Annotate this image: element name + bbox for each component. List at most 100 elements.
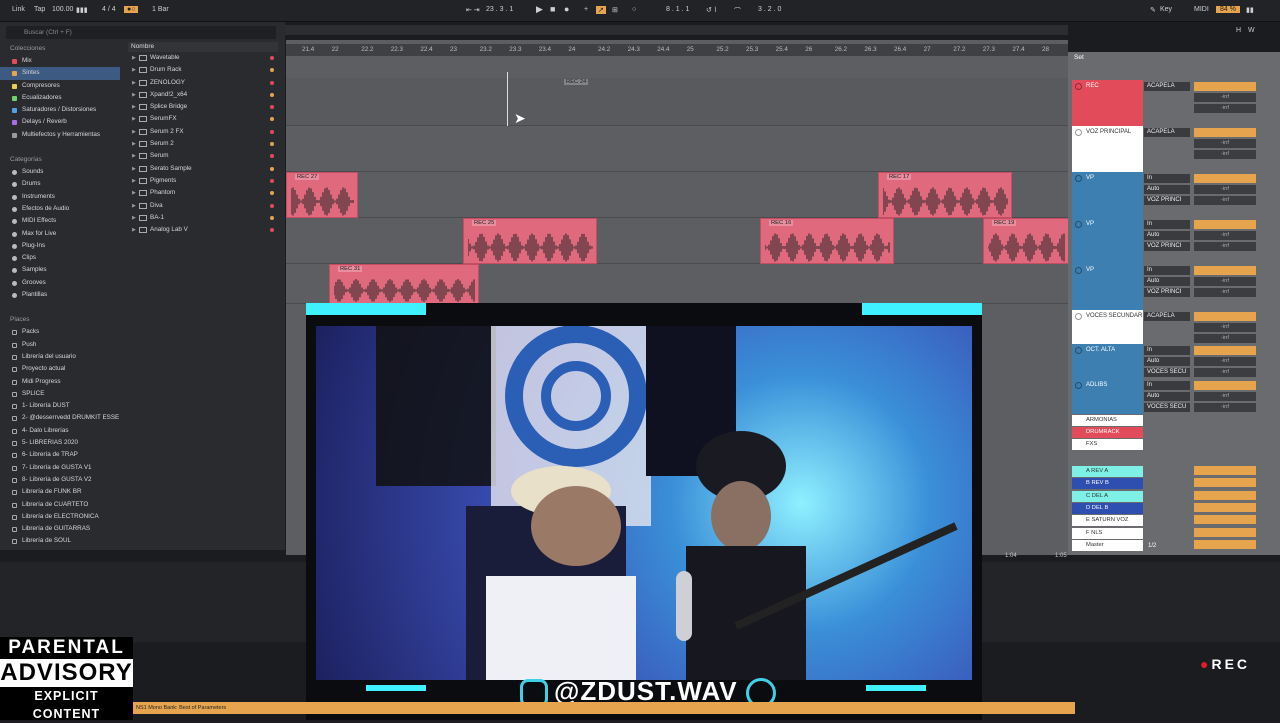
collection-item[interactable]: Sintes xyxy=(0,67,120,80)
category-item[interactable]: Clips xyxy=(0,252,120,264)
file-item[interactable]: ▶ Xpand!2_x64 xyxy=(128,89,278,101)
beat-ruler[interactable]: 21.4 22 22.2 22.3 22.4 23 23.2 23.3 23.4 24 24.2 24… xyxy=(286,44,1068,56)
volume-field[interactable] xyxy=(1194,312,1256,321)
session-record-icon[interactable]: ○ xyxy=(632,6,636,13)
category-item[interactable]: Samples xyxy=(0,264,120,276)
track-lane-voz-principal[interactable] xyxy=(286,126,1068,172)
expand-arrow-icon[interactable]: ▶ xyxy=(132,113,136,125)
category-item[interactable]: Drums xyxy=(0,178,120,190)
collection-item[interactable]: Ecualizadores xyxy=(0,92,120,104)
io-chooser[interactable]: In xyxy=(1144,346,1190,355)
track-lane-rec[interactable] xyxy=(286,78,1068,126)
file-item[interactable]: ▶ Phantom xyxy=(128,187,278,199)
io-chooser[interactable]: VOCES SECU xyxy=(1144,368,1190,377)
expand-arrow-icon[interactable]: ▶ xyxy=(132,187,136,199)
overview-strip[interactable] xyxy=(284,25,1068,35)
tempo-field[interactable]: 100.00 xyxy=(52,6,73,13)
category-item[interactable]: Efectos de Audio xyxy=(0,203,120,215)
volume-field[interactable]: -inf xyxy=(1194,150,1256,159)
group-track-header[interactable]: DRUMRACK xyxy=(1072,427,1143,438)
audio-clip[interactable]: REC 27 xyxy=(286,172,358,218)
volume-field[interactable]: -inf xyxy=(1194,403,1256,412)
return-track-header[interactable]: C DEL A xyxy=(1072,490,1143,502)
punch-icon[interactable]: ⌒ xyxy=(734,6,741,16)
track-fold-icon[interactable] xyxy=(1075,83,1082,90)
return-track-header[interactable]: E SATURN VOZ xyxy=(1072,515,1143,527)
category-item[interactable]: Plug-Ins xyxy=(0,240,120,252)
send-letter[interactable] xyxy=(1194,478,1256,488)
volume-field[interactable]: -inf xyxy=(1194,334,1256,343)
volume-field[interactable]: -inf xyxy=(1194,93,1256,102)
collection-item[interactable]: Saturadores / Distorsiones xyxy=(0,104,120,116)
mixer-track-header[interactable]: VP xyxy=(1072,172,1143,218)
volume-field[interactable] xyxy=(1194,174,1256,183)
audio-clip[interactable]: REC 25 xyxy=(463,218,597,264)
song-position[interactable]: 23 . 3 . 1 xyxy=(486,6,513,13)
place-item[interactable]: Midi Progress xyxy=(0,376,120,388)
expand-arrow-icon[interactable]: ▶ xyxy=(132,126,136,138)
volume-field[interactable]: -inf xyxy=(1194,104,1256,113)
return-track-header[interactable]: F NLS xyxy=(1072,527,1143,539)
key-map-button[interactable]: Key xyxy=(1160,6,1172,13)
io-chooser[interactable]: In xyxy=(1144,266,1190,275)
volume-field[interactable]: -inf xyxy=(1194,242,1256,251)
return-track-header[interactable]: B REV B xyxy=(1072,478,1143,490)
volume-field[interactable]: -inf xyxy=(1194,323,1256,332)
send-letter[interactable] xyxy=(1194,515,1256,525)
category-item[interactable]: Grooves xyxy=(0,277,120,289)
io-chooser[interactable]: In xyxy=(1144,174,1190,183)
place-item[interactable]: 1- Librería DUST xyxy=(0,400,120,412)
auto-monitor[interactable]: Auto xyxy=(1144,277,1190,286)
audio-clip[interactable]: REC 16 xyxy=(760,218,894,264)
io-chooser[interactable]: ACAPELA xyxy=(1144,312,1190,321)
send-letter[interactable] xyxy=(1194,490,1256,500)
automation-arm-icon[interactable]: ↗ xyxy=(596,6,606,14)
mixer-track-header[interactable]: OCT. ALTA xyxy=(1072,344,1143,379)
auto-monitor[interactable]: Auto xyxy=(1144,231,1190,240)
quantize-select[interactable]: 1 Bar xyxy=(152,6,169,13)
place-item[interactable]: Librería de CUARTETO xyxy=(0,499,120,511)
io-chooser[interactable]: In xyxy=(1144,220,1190,229)
overdub-icon[interactable]: + xyxy=(584,6,588,13)
metronome-icon[interactable]: ▮▮▮ xyxy=(76,6,88,14)
name-column-header[interactable]: Nombre xyxy=(128,42,278,52)
return-track-header[interactable]: A REV A xyxy=(1072,466,1143,477)
time-signature[interactable]: 4 / 4 xyxy=(102,6,116,13)
category-item[interactable]: Sounds xyxy=(0,166,120,178)
volume-field[interactable] xyxy=(1194,381,1256,390)
category-item[interactable]: Plantillas xyxy=(0,289,120,301)
track-fold-icon[interactable] xyxy=(1075,267,1082,274)
file-item[interactable]: ▶ Diva xyxy=(128,200,278,212)
place-item[interactable]: 7- Librería de GUSTA V1 xyxy=(0,462,120,474)
send-letter[interactable] xyxy=(1194,466,1256,475)
volume-field[interactable]: -inf xyxy=(1194,185,1256,194)
auto-monitor[interactable]: Auto xyxy=(1144,185,1190,194)
expand-arrow-icon[interactable]: ▶ xyxy=(132,163,136,175)
place-item[interactable]: Librería de ELECTRONICA xyxy=(0,511,120,523)
place-item[interactable]: 2- @desserrvedd DRUMKIT ESSE xyxy=(0,412,120,424)
expand-arrow-icon[interactable]: ▶ xyxy=(132,89,136,101)
io-chooser[interactable]: VOZ PRINCI xyxy=(1144,242,1190,251)
file-item[interactable]: ▶ Serum 2 FX xyxy=(128,126,278,138)
place-item[interactable]: Librería del usuario xyxy=(0,351,120,363)
midi-map-button[interactable]: MIDI xyxy=(1194,6,1209,13)
mixer-track-header[interactable]: VOZ PRINCIPAL xyxy=(1072,126,1143,172)
expand-arrow-icon[interactable]: ▶ xyxy=(132,64,136,76)
group-track-header[interactable]: FXS xyxy=(1072,439,1143,450)
expand-arrow-icon[interactable]: ▶ xyxy=(132,150,136,162)
collection-item[interactable]: Multiefectos y Herramientas xyxy=(0,129,120,141)
place-item[interactable]: Packs xyxy=(0,326,120,338)
volume-field[interactable]: -inf xyxy=(1194,231,1256,240)
draw-mode-icon[interactable]: ✎ xyxy=(1150,6,1156,14)
arrange-follow-icon[interactable]: ⇤ ⇥ xyxy=(466,6,480,14)
show-window-button[interactable]: W xyxy=(1248,27,1255,34)
mixer-track-header[interactable]: ADLIBS xyxy=(1072,379,1143,414)
mixer-track-header[interactable]: VP xyxy=(1072,218,1143,264)
volume-field[interactable] xyxy=(1194,346,1256,355)
master-output[interactable]: 1/2 xyxy=(1148,543,1156,549)
track-lane-vp-2[interactable] xyxy=(286,218,1068,264)
send-letter[interactable] xyxy=(1194,539,1256,549)
stop-icon[interactable]: ■ xyxy=(550,4,555,14)
volume-field[interactable]: -inf xyxy=(1194,277,1256,286)
track-fold-icon[interactable] xyxy=(1075,129,1082,136)
